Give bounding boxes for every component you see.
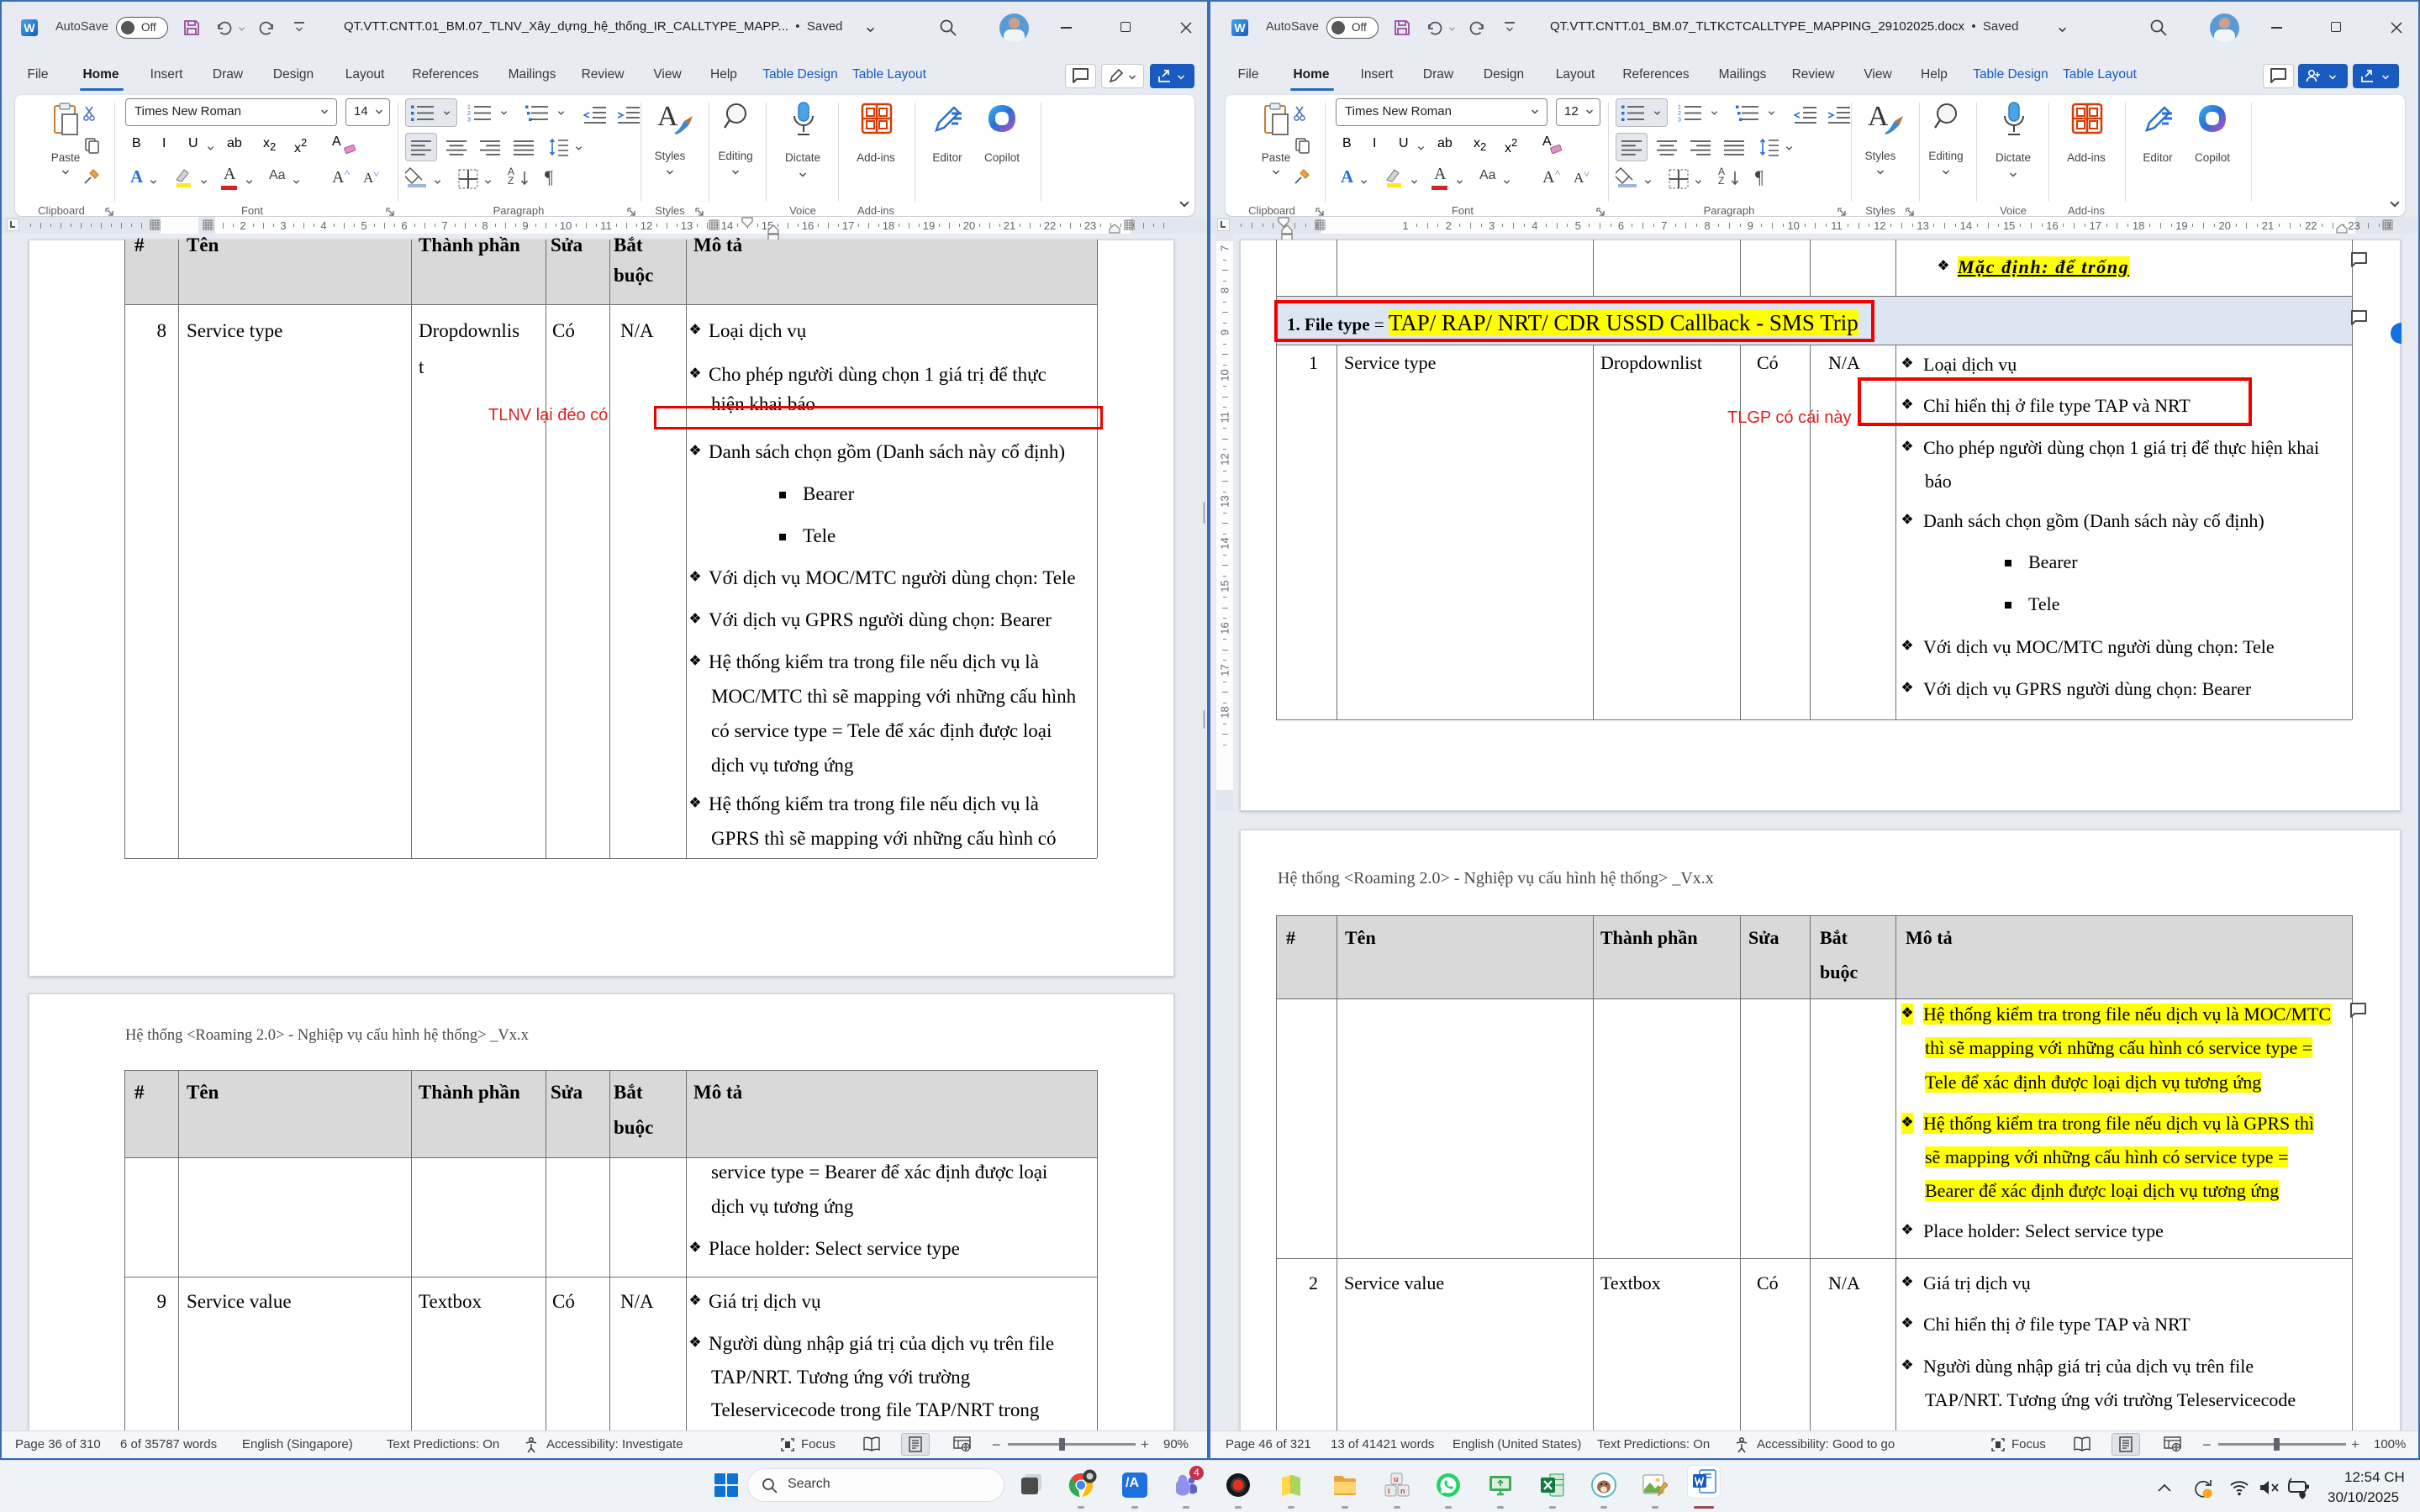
svg-text:n: n [1400,1487,1405,1495]
svg-text:3: 3 [467,118,471,124]
svg-text:i: i [1388,1487,1390,1495]
svg-text:2: 2 [1678,111,1681,117]
svg-text:2: 2 [467,111,471,117]
svg-text:1: 1 [1678,105,1681,111]
svg-text:u: u [1394,1475,1399,1483]
svg-text:1: 1 [467,105,471,111]
svg-text:3: 3 [1678,118,1681,124]
